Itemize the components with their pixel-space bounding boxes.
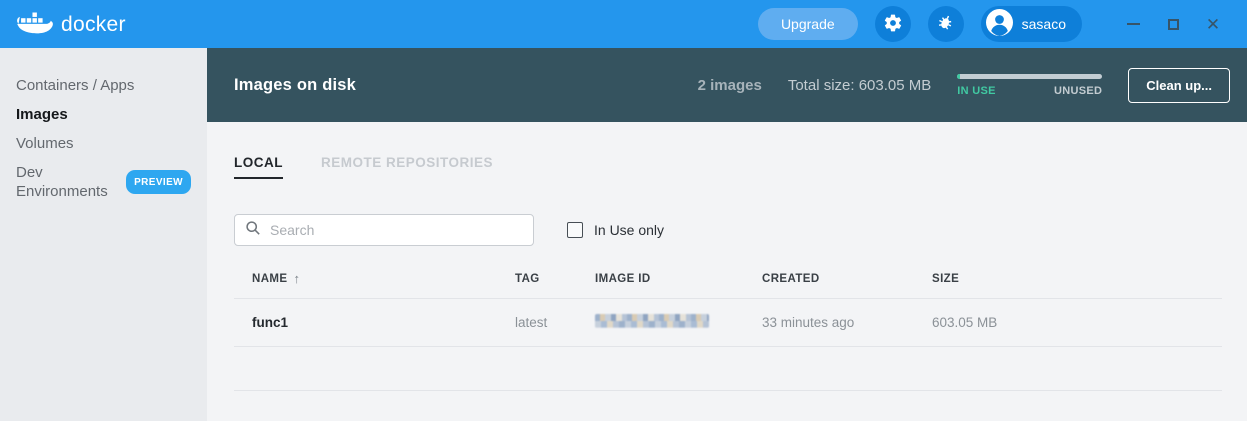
close-button[interactable]: ✕ [1193, 6, 1233, 42]
sidebar-item-dev-environments[interactable]: Dev Environments PREVIEW [0, 158, 207, 206]
column-header-created[interactable]: CREATED [762, 273, 932, 285]
docker-logo: docker [16, 8, 126, 41]
main-content: LOCAL REMOTE REPOSITORIES In Use only NA… [207, 122, 1247, 421]
gear-icon [883, 13, 903, 36]
sidebar-item-label: Volumes [16, 135, 74, 152]
column-header-name[interactable]: NAME ↑ [234, 271, 515, 286]
sidebar-item-images[interactable]: Images [0, 100, 207, 129]
search-box[interactable] [234, 214, 534, 246]
images-table: NAME ↑ TAG IMAGE ID CREATED SIZE func1 l… [234, 259, 1222, 391]
image-tag: latest [515, 315, 548, 330]
image-name: func1 [252, 315, 289, 330]
in-use-only-filter[interactable]: In Use only [567, 222, 664, 238]
sidebar-item-label: Containers / Apps [16, 77, 135, 94]
image-count: 2 images [697, 76, 762, 94]
window-controls: ✕ [1113, 6, 1233, 42]
username-label: sasaco [1021, 16, 1066, 32]
sidebar-item-label: Images [16, 106, 68, 123]
column-header-image-id[interactable]: IMAGE ID [595, 273, 762, 285]
in-use-only-checkbox[interactable] [567, 222, 583, 238]
avatar [985, 9, 1013, 39]
search-icon [245, 220, 261, 241]
sidebar-item-label: Dev Environments [16, 164, 108, 200]
sidebar: Containers / Apps Images Volumes Dev Env… [0, 48, 207, 421]
bug-icon [936, 13, 955, 35]
table-empty-row [234, 347, 1222, 391]
feedback-bug-button[interactable] [927, 6, 964, 42]
in-use-only-label: In Use only [594, 222, 665, 238]
total-size: Total size: 603.05 MB [787, 76, 932, 94]
in-use-label: IN USE [957, 84, 996, 97]
page-title: Images on disk [234, 75, 357, 94]
image-id-redacted [595, 314, 762, 331]
image-created: 33 minutes ago [762, 315, 855, 330]
minimize-icon [1126, 23, 1140, 25]
sidebar-item-volumes[interactable]: Volumes [0, 129, 207, 158]
image-size: 603.05 MB [932, 315, 998, 330]
sort-ascending-icon[interactable]: ↑ [293, 271, 300, 286]
column-header-size[interactable]: SIZE [932, 273, 1222, 285]
usage-bar [957, 73, 1103, 79]
column-header-tag[interactable]: TAG [515, 273, 595, 285]
settings-button[interactable] [874, 6, 911, 42]
maximize-button[interactable] [1153, 6, 1193, 42]
clean-up-button[interactable]: Clean up... [1128, 67, 1230, 103]
docker-whale-icon [16, 8, 54, 41]
usage-bar-fill [957, 73, 961, 79]
preview-badge: PREVIEW [126, 170, 191, 194]
docker-desktop-window: docker Upgrade sasaco ✕ Containers / App… [0, 0, 1247, 421]
maximize-icon [1167, 18, 1179, 30]
tab-local[interactable]: LOCAL [234, 155, 283, 179]
table-row[interactable]: func1 latest 33 minutes ago 603.05 MB [234, 299, 1222, 347]
tab-remote-repositories[interactable]: REMOTE REPOSITORIES [321, 155, 493, 179]
images-header: Images on disk 2 images Total size: 603.… [207, 48, 1247, 122]
filter-row: In Use only [234, 214, 1247, 246]
sidebar-item-containers[interactable]: Containers / Apps [0, 71, 207, 100]
upgrade-button[interactable]: Upgrade [757, 8, 858, 40]
close-icon: ✕ [1205, 14, 1221, 34]
minimize-button[interactable] [1113, 6, 1153, 42]
tab-bar: LOCAL REMOTE REPOSITORIES [234, 155, 1247, 179]
disk-usage-meter: IN USE UNUSED [957, 73, 1103, 97]
top-bar: docker Upgrade sasaco ✕ [0, 0, 1247, 48]
search-input[interactable] [270, 222, 523, 238]
brand-name: docker [61, 13, 126, 36]
user-account-button[interactable]: sasaco [980, 6, 1082, 42]
table-header-row: NAME ↑ TAG IMAGE ID CREATED SIZE [234, 259, 1222, 299]
unused-label: UNUSED [1054, 84, 1103, 97]
